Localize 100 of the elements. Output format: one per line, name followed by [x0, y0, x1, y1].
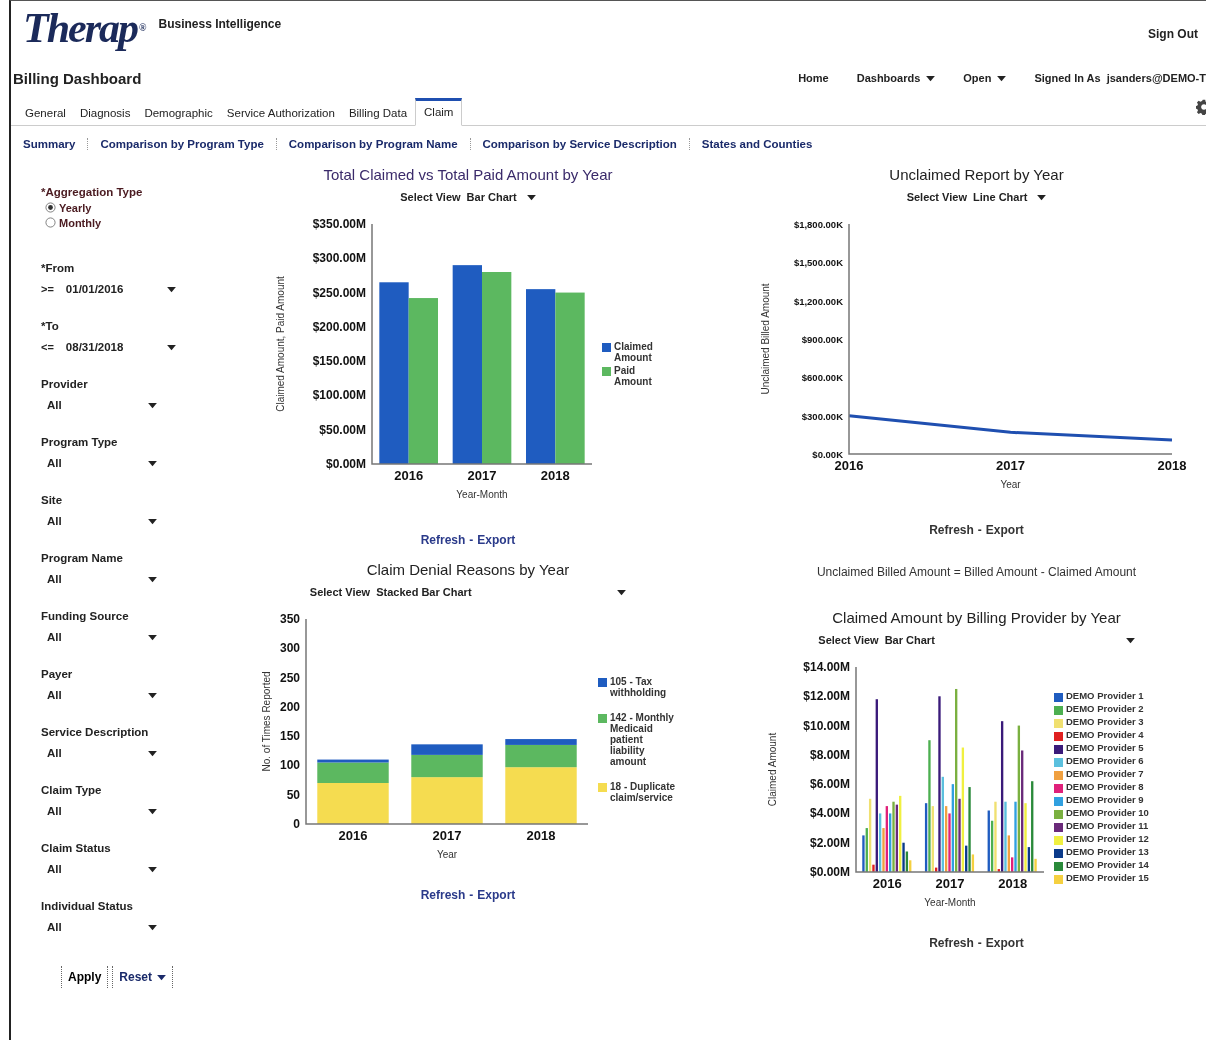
- caret-icon: [1037, 193, 1047, 201]
- tab[interactable]: Diagnosis: [73, 101, 137, 125]
- tick-label: 2017: [995, 458, 1025, 473]
- tab[interactable]: Service Authorization: [220, 101, 341, 125]
- filter-dropdown[interactable]: All: [41, 805, 161, 817]
- filter-dropdown[interactable]: All: [41, 921, 161, 933]
- subtab-link[interactable]: States and Counties: [689, 138, 825, 150]
- filter-dropdown[interactable]: 01/01/2016: [59, 283, 180, 295]
- filter-dropdown[interactable]: All: [41, 631, 161, 643]
- subtab-link[interactable]: Comparison by Service Description: [470, 138, 690, 150]
- tab[interactable]: Demographic: [138, 101, 219, 125]
- chart-title: Claim Denial Reasons by Year: [366, 561, 570, 578]
- legend-label: DEMO Provider 12: [1066, 833, 1149, 844]
- page-title: Billing Dashboard: [13, 69, 142, 87]
- subtab-link[interactable]: Comparison by Program Name: [276, 138, 471, 150]
- apply-button[interactable]: Apply: [61, 966, 109, 988]
- view-label: Select View: [309, 586, 371, 598]
- refresh-link[interactable]: Refresh: [420, 888, 466, 902]
- tick-label: $14.00M: [803, 660, 850, 674]
- legend-label: DEMO Provider 3: [1066, 716, 1144, 727]
- caret-icon: [148, 865, 157, 873]
- tick-label: 2016: [338, 828, 368, 843]
- tick-label: 350: [279, 612, 300, 626]
- caret-icon: [148, 401, 157, 409]
- tab[interactable]: Claim: [415, 98, 463, 126]
- tick-label: 2017: [467, 468, 497, 483]
- export-link[interactable]: Export: [477, 533, 516, 547]
- filter-label: Funding Source: [41, 610, 129, 622]
- caret-icon: [148, 691, 157, 699]
- filter-dropdown[interactable]: 08/31/2018: [59, 341, 180, 353]
- sign-out-link[interactable]: Sign Out: [1148, 27, 1198, 41]
- user-name[interactable]: jsanders@DEMO-T: [1106, 72, 1206, 84]
- tick-label: $350.00M: [312, 217, 366, 231]
- refresh-link[interactable]: Refresh: [929, 523, 974, 537]
- filter-label: Site: [41, 494, 63, 506]
- filter-dropdown[interactable]: All: [41, 457, 161, 469]
- legend-label: Paid Amount: [614, 365, 653, 387]
- caret-icon: [157, 973, 167, 981]
- legend-label: 18 - Duplicate claim/service: [610, 780, 677, 803]
- refresh-link[interactable]: Refresh: [929, 936, 974, 950]
- nav-link[interactable]: Dashboards: [856, 72, 936, 84]
- radio-label: Yearly: [59, 201, 92, 214]
- export-link[interactable]: Export: [985, 936, 1024, 950]
- tick-label: 150: [279, 729, 300, 744]
- tick-label: $150.00M: [312, 354, 366, 369]
- axis-title: No. of Times Reported: [261, 671, 272, 772]
- tick-label: $0.00K: [811, 449, 843, 460]
- logo: Therap$^{®}$: [23, 5, 145, 51]
- tick-label: 2016: [834, 458, 863, 473]
- radio-button[interactable]: [45, 202, 56, 213]
- filter-dropdown[interactable]: All: [41, 747, 161, 759]
- legend-label: DEMO Provider 8: [1066, 781, 1144, 792]
- nav-link[interactable]: Home: [798, 72, 829, 84]
- tick-label: 50: [286, 787, 300, 802]
- tab[interactable]: Billing Data: [342, 101, 414, 125]
- signed-in-label: Signed In As: [1034, 72, 1101, 84]
- filter-label: *To: [41, 320, 59, 332]
- link-separator: -: [469, 888, 474, 902]
- subtab-link[interactable]: Summary: [23, 138, 89, 150]
- export-link[interactable]: Export: [985, 523, 1024, 537]
- tick-label: $2.00M: [809, 835, 850, 850]
- reset-button[interactable]: Reset: [112, 966, 174, 988]
- view-dropdown[interactable]: Stacked Bar Chart: [376, 586, 627, 598]
- view-dropdown[interactable]: Line Chart: [972, 191, 1047, 203]
- tab[interactable]: General: [19, 101, 72, 125]
- link-separator: -: [977, 523, 982, 537]
- refresh-link[interactable]: Refresh: [420, 533, 466, 547]
- legend-label: Claimed Amount: [614, 341, 654, 363]
- filter-dropdown[interactable]: All: [41, 573, 161, 585]
- legend-label: DEMO Provider 11: [1066, 820, 1149, 831]
- caret-icon: [148, 807, 157, 815]
- caret-icon: [148, 459, 157, 467]
- tick-label: $12.00M: [803, 689, 850, 704]
- tick-label: $1,500.00K: [793, 257, 843, 269]
- tick-label: $100.00M: [312, 388, 366, 403]
- axis-title: Unclaimed Billed Amount: [759, 283, 771, 395]
- view-dropdown[interactable]: Bar Chart: [466, 191, 536, 203]
- view-label: Select View: [400, 191, 461, 203]
- filter-dropdown[interactable]: All: [41, 689, 161, 701]
- caret-icon: [926, 74, 936, 82]
- export-link[interactable]: Export: [477, 888, 516, 902]
- filter-label: Payer: [41, 668, 73, 680]
- radio-button[interactable]: [45, 217, 56, 228]
- tick-label: 2018: [1157, 458, 1186, 473]
- subtab-link[interactable]: Comparison by Program Type: [88, 138, 277, 150]
- chart-title: Total Claimed vs Total Paid Amount by Year: [323, 166, 613, 183]
- tick-label: $8.00M: [809, 747, 850, 762]
- nav-link[interactable]: Open: [963, 72, 1007, 84]
- legend-label: DEMO Provider 10: [1066, 807, 1149, 818]
- filter-dropdown[interactable]: All: [41, 399, 161, 411]
- tick-label: 2018: [526, 828, 556, 843]
- filter-dropdown[interactable]: All: [41, 863, 161, 875]
- legend-label: DEMO Provider 1: [1066, 690, 1144, 701]
- filter-dropdown[interactable]: All: [41, 515, 161, 527]
- tick-label: $600.00K: [801, 372, 843, 384]
- axis-title: Claimed Amount: [767, 732, 778, 807]
- tick-label: $0.00M: [325, 457, 366, 471]
- view-dropdown[interactable]: Bar Chart: [884, 634, 1135, 646]
- filter-label: Service Description: [41, 726, 149, 738]
- filter-label: *From: [41, 262, 75, 274]
